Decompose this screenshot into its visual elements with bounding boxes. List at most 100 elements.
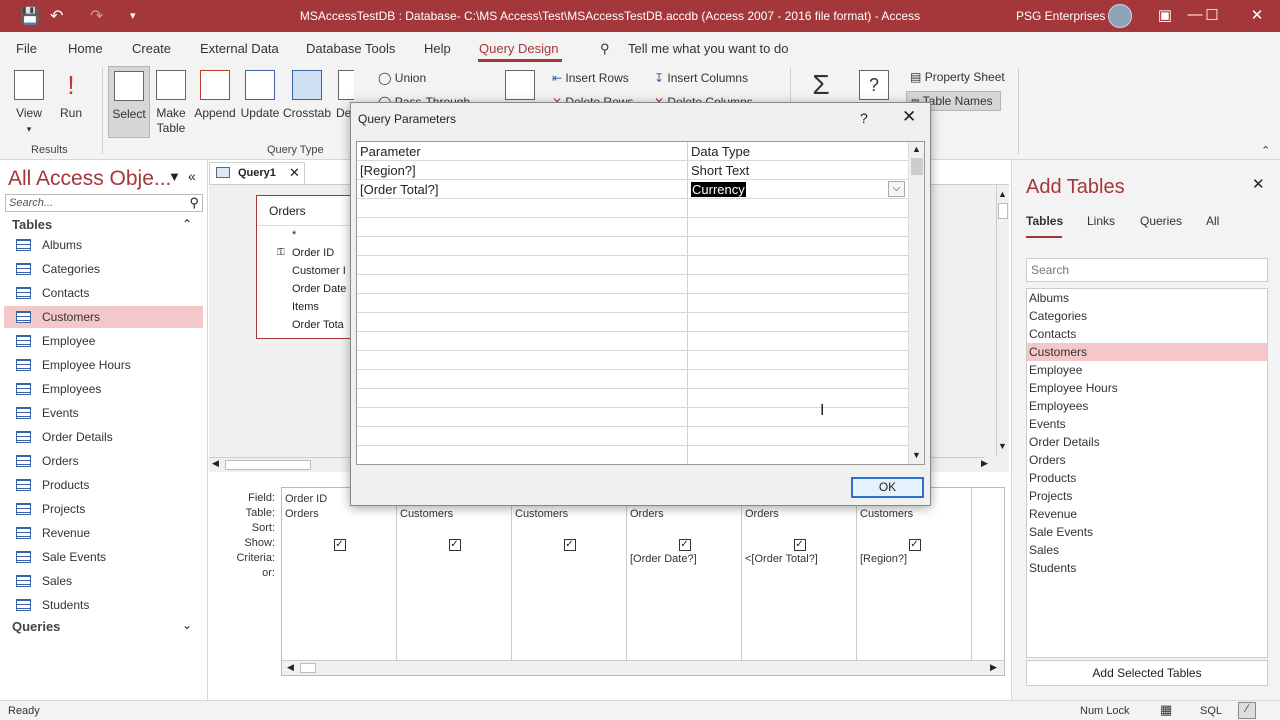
grid-table-cell[interactable]: Customers: [515, 508, 568, 520]
close-tab-icon[interactable]: ✕: [289, 163, 300, 183]
append-button[interactable]: Append: [193, 70, 237, 121]
table-pane-vscroll[interactable]: ▲ ▼: [996, 185, 1009, 457]
tab-home[interactable]: Home: [68, 41, 103, 56]
grid-criteria-cell[interactable]: <[Order Total?]: [745, 553, 818, 565]
parameter-row[interactable]: [Region?] Short Text: [357, 161, 908, 180]
nav-menu-icon[interactable]: ▼: [168, 169, 181, 184]
show-checkbox[interactable]: ✓: [908, 539, 921, 551]
field-item[interactable]: ⚿ Order ID: [257, 244, 355, 262]
grid-table-cell[interactable]: Orders: [630, 508, 664, 520]
collapse-section-icon[interactable]: ⌃: [182, 217, 192, 231]
parameter-row[interactable]: [357, 351, 908, 370]
scroll-up-icon[interactable]: ▲: [912, 144, 921, 154]
grid-column[interactable]: Customers ✓: [512, 488, 627, 675]
grid-table-cell[interactable]: Customers: [400, 508, 453, 520]
grid-criteria-cell[interactable]: [Region?]: [860, 553, 907, 565]
view-button[interactable]: View ▾: [10, 70, 48, 137]
parameter-row[interactable]: ⌵ [Order Total?] Currency: [357, 180, 908, 199]
help-icon[interactable]: ?: [860, 110, 868, 126]
field-item[interactable]: Customer I: [257, 262, 355, 280]
nav-item-categories[interactable]: Categories: [4, 258, 203, 280]
add-tables-search[interactable]: Search: [1026, 258, 1268, 282]
expand-section-icon[interactable]: ⌄: [182, 618, 192, 632]
orders-field-list[interactable]: Orders * ⚿ Order ID Customer I Order Date Ite…: [256, 195, 356, 339]
grid-column[interactable]: Orders [Order Date?] ✓: [627, 488, 742, 675]
tab-all[interactable]: All: [1206, 214, 1219, 228]
select-query-button[interactable]: Select: [108, 66, 150, 138]
grid-column[interactable]: Orders <[Order Total?] ✓: [742, 488, 857, 675]
close-icon[interactable]: ✕: [1242, 6, 1272, 24]
parameter-row[interactable]: [357, 389, 908, 408]
parameter-row[interactable]: [357, 237, 908, 256]
parameters-vscroll[interactable]: ▲ ▼: [908, 142, 924, 464]
add-tables-list-item[interactable]: Albums: [1027, 289, 1267, 307]
user-name[interactable]: PSG Enterprises: [1016, 9, 1105, 23]
add-tables-list-item[interactable]: Order Details: [1027, 433, 1267, 451]
insert-columns-button[interactable]: ↧ Insert Columns: [654, 71, 748, 85]
grid-table-cell[interactable]: Customers: [860, 508, 913, 520]
collapse-ribbon-icon[interactable]: ⌃: [1261, 144, 1270, 157]
close-icon[interactable]: ✕: [902, 107, 916, 127]
run-button[interactable]: ! Run: [54, 70, 88, 121]
tab-links[interactable]: Links: [1087, 214, 1115, 228]
sql-view-button[interactable]: SQL: [1200, 705, 1222, 717]
nav-item-contacts[interactable]: Contacts: [4, 282, 203, 304]
scroll-right-icon[interactable]: ▶: [981, 458, 988, 469]
show-checkbox[interactable]: ✓: [678, 539, 691, 551]
scroll-thumb[interactable]: [911, 158, 923, 175]
add-tables-list-item[interactable]: Students: [1027, 559, 1267, 577]
nav-item-sales[interactable]: Sales: [4, 570, 203, 592]
parameter-row[interactable]: [357, 370, 908, 389]
show-checkbox[interactable]: ✓: [448, 539, 461, 551]
parameter-row[interactable]: [357, 446, 908, 464]
union-button[interactable]: ◯ Union: [378, 71, 426, 85]
nav-item-employee-hours[interactable]: Employee Hours: [4, 354, 203, 376]
shutter-bar-icon[interactable]: «: [188, 168, 196, 184]
nav-item-albums[interactable]: Albums: [4, 234, 203, 256]
scroll-left-icon[interactable]: ◀: [212, 458, 219, 469]
nav-item-employee[interactable]: Employee: [4, 330, 203, 352]
scroll-right-icon[interactable]: ▶: [990, 662, 997, 673]
crosstab-button[interactable]: Crosstab: [283, 70, 331, 121]
parameter-row[interactable]: [357, 313, 908, 332]
scroll-up-icon[interactable]: ▲: [998, 189, 1007, 199]
tab-database-tools[interactable]: Database Tools: [306, 41, 395, 56]
insert-rows-button[interactable]: ⇤ Insert Rows: [552, 71, 629, 85]
add-tables-list-item[interactable]: Categories: [1027, 307, 1267, 325]
nav-section-queries[interactable]: Queries: [12, 619, 60, 634]
nav-item-events[interactable]: Events: [4, 402, 203, 424]
parameter-row[interactable]: [357, 256, 908, 275]
tab-create[interactable]: Create: [132, 41, 171, 56]
add-tables-list-item[interactable]: Employee: [1027, 361, 1267, 379]
parameter-row[interactable]: [357, 427, 908, 446]
scroll-down-icon[interactable]: ▼: [998, 441, 1007, 451]
design-view-icon[interactable]: ∕: [1238, 702, 1256, 719]
nav-item-students[interactable]: Students: [4, 594, 203, 616]
parameters-button[interactable]: ?: [858, 70, 890, 106]
nav-item-revenue[interactable]: Revenue: [4, 522, 203, 544]
field-list-title[interactable]: Orders: [257, 196, 355, 226]
grid-column[interactable]: Customers ✓: [397, 488, 512, 675]
parameter-cell[interactable]: [Order Total?]: [360, 182, 439, 197]
add-tables-list-item[interactable]: Sale Events: [1027, 523, 1267, 541]
add-tables-list-item[interactable]: Projects: [1027, 487, 1267, 505]
parameter-row[interactable]: [357, 294, 908, 313]
data-type-cell[interactable]: Currency: [691, 182, 746, 197]
tab-tables[interactable]: Tables: [1026, 214, 1063, 228]
scroll-left-icon[interactable]: ◀: [287, 662, 294, 673]
nav-pane-title[interactable]: All Access Obje...: [8, 167, 171, 191]
totals-icon[interactable]: Σ: [806, 70, 836, 100]
grid-hscroll[interactable]: ◀ ▶: [282, 660, 1004, 675]
tab-query1[interactable]: Query1 ✕: [209, 162, 305, 184]
nav-item-employees[interactable]: Employees: [4, 378, 203, 400]
nav-item-orders[interactable]: Orders: [4, 450, 203, 472]
add-tables-list-item[interactable]: Sales: [1027, 541, 1267, 559]
grid-column[interactable]: Customers [Region?] ✓: [857, 488, 972, 675]
grid-field-cell[interactable]: Order ID: [285, 493, 327, 505]
nav-item-projects[interactable]: Projects: [4, 498, 203, 520]
field-item[interactable]: Order Tota: [257, 316, 355, 334]
grid-table-cell[interactable]: Orders: [745, 508, 779, 520]
chevron-down-icon[interactable]: ⌵: [888, 181, 905, 197]
add-tables-list-item[interactable]: Events: [1027, 415, 1267, 433]
tab-query-design[interactable]: Query Design: [479, 41, 558, 56]
